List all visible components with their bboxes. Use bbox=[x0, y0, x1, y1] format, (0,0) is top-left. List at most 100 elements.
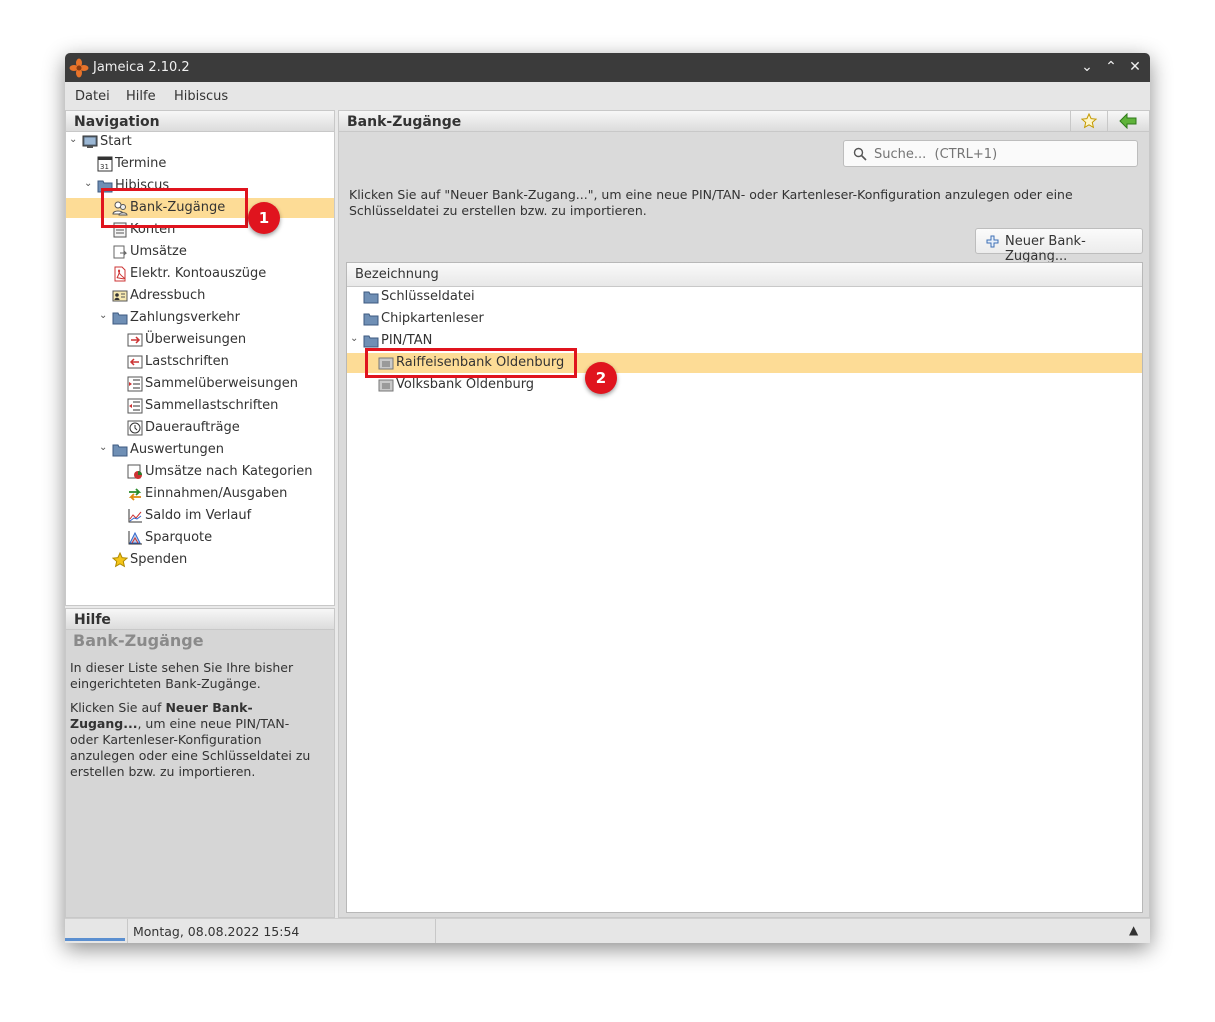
callout-badge-1: 1 bbox=[248, 202, 280, 234]
new-bank-access-label: Neuer Bank-Zugang... bbox=[1005, 234, 1086, 264]
nav-item-start[interactable]: ⌄ Start bbox=[66, 132, 334, 152]
column-header-bezeichnung[interactable]: Bezeichnung bbox=[355, 267, 439, 282]
navigation-header: Navigation bbox=[66, 111, 334, 132]
nav-item-umsaetze-kategorien[interactable]: Umsätze nach Kategorien bbox=[66, 462, 334, 482]
progress-indicator bbox=[65, 938, 125, 941]
nav-item-umsaetze[interactable]: Umsätze bbox=[66, 242, 334, 262]
status-divider bbox=[435, 919, 436, 943]
nav-item-kontoauszuege[interactable]: Elektr. Kontoauszüge bbox=[66, 264, 334, 284]
menu-hibiscus[interactable]: Hibiscus bbox=[174, 89, 228, 104]
callout-badge-2: 2 bbox=[585, 362, 617, 394]
nav-item-label: Elektr. Kontoauszüge bbox=[130, 266, 267, 281]
bulk-debit-icon bbox=[127, 398, 143, 414]
nav-item-label: Sammelüberweisungen bbox=[145, 376, 298, 391]
table-row[interactable]: Volksbank Oldenburg bbox=[347, 375, 1142, 395]
nav-item-label: Sammellastschriften bbox=[145, 398, 279, 413]
folder-icon bbox=[112, 444, 128, 457]
nav-item-label: Start bbox=[100, 134, 132, 149]
nav-item-label: Spenden bbox=[130, 552, 188, 567]
table-row[interactable]: Schlüsseldatei bbox=[347, 287, 1142, 307]
folder-icon bbox=[363, 335, 379, 348]
row-label: PIN/TAN bbox=[381, 333, 433, 348]
pie-icon bbox=[127, 464, 142, 479]
row-label: Volksbank Oldenburg bbox=[396, 377, 535, 392]
search-icon bbox=[853, 147, 867, 161]
monitor-icon bbox=[82, 135, 98, 148]
nav-item-label: Zahlungsverkehr bbox=[130, 310, 240, 325]
status-divider bbox=[127, 919, 128, 943]
maximize-icon[interactable]: ⌃ bbox=[1101, 57, 1121, 77]
menu-bar: Datei Hilfe Hibiscus bbox=[65, 82, 1150, 110]
main-panel: Bank-Zugänge Klicken Sie auf "Neuer Bank… bbox=[338, 110, 1150, 918]
new-bank-access-button[interactable]: Neuer Bank-Zugang... bbox=[975, 228, 1143, 264]
nav-item-label: Umsätze nach Kategorien bbox=[145, 464, 313, 479]
help-paragraph-2: Klicken Sie auf Neuer Bank-Zugang..., um… bbox=[70, 700, 315, 780]
main-header-label: Bank-Zugänge bbox=[347, 114, 462, 130]
folder-icon bbox=[363, 291, 379, 304]
nav-item-label: Termine bbox=[115, 156, 167, 171]
description-text: Klicken Sie auf "Neuer Bank-Zugang...", … bbox=[349, 187, 1073, 218]
nav-item-label: Überweisungen bbox=[145, 332, 247, 347]
close-icon[interactable]: ✕ bbox=[1125, 57, 1145, 77]
status-datetime: Montag, 08.08.2022 15:54 bbox=[133, 924, 300, 939]
nav-item-sammelueberweisungen[interactable]: Sammelüberweisungen bbox=[66, 374, 334, 394]
menu-hilfe[interactable]: Hilfe bbox=[126, 89, 156, 104]
nav-item-ueberweisungen[interactable]: Überweisungen bbox=[66, 330, 334, 350]
jameica-logo-icon bbox=[69, 58, 89, 78]
transactions-icon bbox=[113, 245, 128, 259]
calendar-icon: 31 bbox=[97, 156, 113, 172]
pdf-icon bbox=[114, 266, 126, 282]
chevron-down-icon[interactable]: ⌄ bbox=[350, 333, 362, 347]
nav-item-termine[interactable]: 31 Termine bbox=[66, 154, 334, 174]
nav-item-zahlungsverkehr[interactable]: ⌄ Zahlungsverkehr bbox=[66, 308, 334, 328]
bookmark-button[interactable] bbox=[1070, 111, 1107, 131]
callout-highlight-2 bbox=[365, 348, 577, 378]
help-paragraph-1: In dieser Liste sehen Sie Ihre bisher ei… bbox=[70, 660, 294, 691]
chevron-down-icon[interactable]: ⌄ bbox=[99, 310, 111, 324]
help-panel: Hilfe Bank-Zugänge In dieser Liste sehen… bbox=[65, 608, 335, 918]
nav-item-spenden[interactable]: Spenden bbox=[66, 550, 334, 570]
nav-item-adressbuch[interactable]: Adressbuch bbox=[66, 286, 334, 306]
back-button[interactable] bbox=[1107, 111, 1148, 131]
nav-item-label: Sparquote bbox=[145, 530, 213, 545]
area-chart-icon bbox=[128, 531, 142, 545]
row-label: Schlüsseldatei bbox=[381, 289, 475, 304]
folder-icon bbox=[363, 313, 379, 326]
search-field[interactable] bbox=[843, 140, 1138, 167]
nav-item-label: Saldo im Verlauf bbox=[145, 508, 252, 523]
transfer-icon bbox=[127, 333, 143, 347]
table-row[interactable]: Chipkartenleser bbox=[347, 309, 1142, 329]
main-header: Bank-Zugänge bbox=[339, 111, 1149, 132]
minimize-icon[interactable]: ⌄ bbox=[1077, 57, 1097, 77]
nav-item-sparquote[interactable]: Sparquote bbox=[66, 528, 334, 548]
chevron-down-icon[interactable]: ⌄ bbox=[84, 178, 96, 192]
search-input[interactable] bbox=[872, 145, 1126, 164]
chevron-down-icon[interactable]: ⌄ bbox=[69, 134, 81, 148]
bank-icon bbox=[378, 379, 394, 392]
arrows-icon bbox=[128, 488, 142, 501]
plus-icon bbox=[986, 235, 999, 248]
nav-item-label: Umsätze bbox=[130, 244, 187, 259]
menu-datei[interactable]: Datei bbox=[75, 89, 110, 104]
star-icon bbox=[112, 552, 128, 568]
callout-highlight-1 bbox=[101, 188, 248, 228]
nav-item-einnahmen-ausgaben[interactable]: Einnahmen/Ausgaben bbox=[66, 484, 334, 504]
nav-item-auswertungen[interactable]: ⌄ Auswertungen bbox=[66, 440, 334, 460]
title-bar: Jameica 2.10.2 ⌄ ⌃ ✕ bbox=[65, 53, 1150, 82]
expand-log-icon[interactable]: ▲ bbox=[1129, 923, 1138, 937]
app-window: Jameica 2.10.2 ⌄ ⌃ ✕ Datei Hilfe Hibiscu… bbox=[65, 53, 1150, 943]
window-title: Jameica 2.10.2 bbox=[93, 60, 190, 75]
nav-item-saldo-verlauf[interactable]: Saldo im Verlauf bbox=[66, 506, 334, 526]
debit-icon bbox=[127, 355, 143, 369]
nav-item-label: Einnahmen/Ausgaben bbox=[145, 486, 288, 501]
nav-item-label: Lastschriften bbox=[145, 354, 229, 369]
nav-item-lastschriften[interactable]: Lastschriften bbox=[66, 352, 334, 372]
nav-item-sammellastschriften[interactable]: Sammellastschriften bbox=[66, 396, 334, 416]
nav-item-label: Adressbuch bbox=[130, 288, 206, 303]
chevron-down-icon[interactable]: ⌄ bbox=[99, 442, 111, 456]
nav-item-dauerauftraege[interactable]: Daueraufträge bbox=[66, 418, 334, 438]
clock-icon bbox=[127, 420, 143, 436]
help-header-label: Hilfe bbox=[74, 612, 111, 628]
status-bar: Montag, 08.08.2022 15:54 ▲ bbox=[65, 918, 1150, 943]
line-chart-icon bbox=[128, 509, 142, 523]
